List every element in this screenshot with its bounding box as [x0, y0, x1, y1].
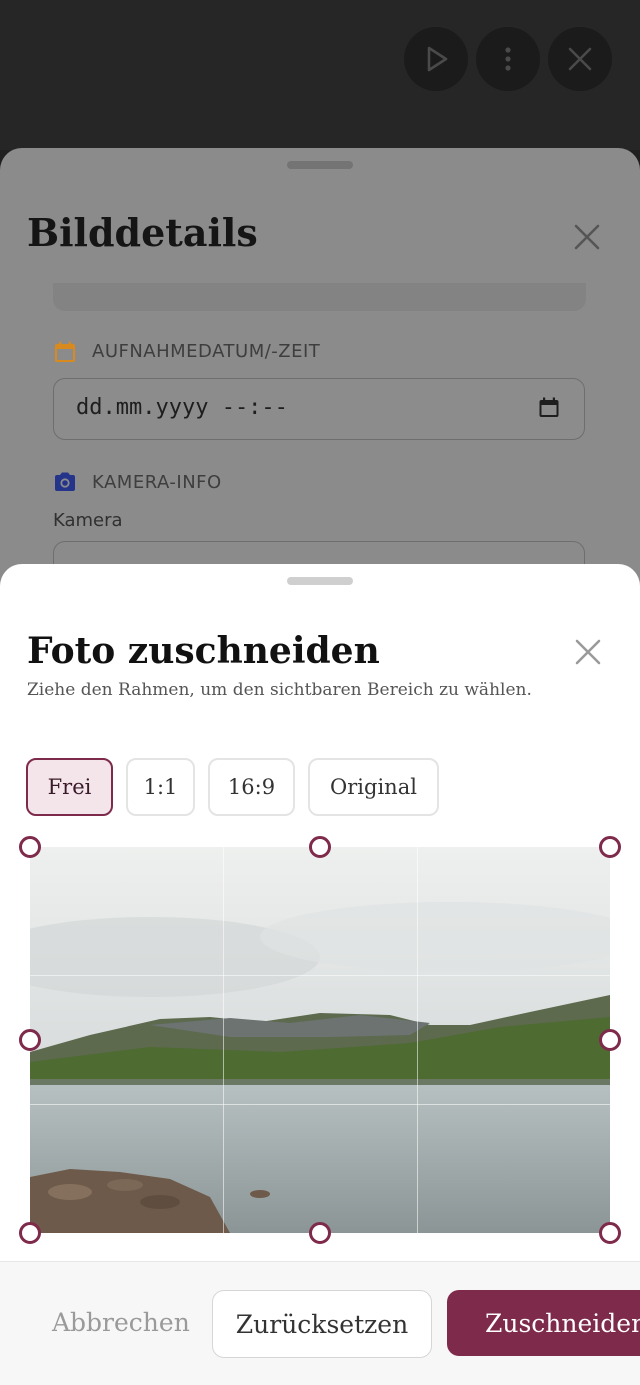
details-title: Bilddetails — [27, 210, 258, 255]
ratio-1-1-button[interactable]: 1:1 — [126, 758, 195, 816]
crop-handle-top-right[interactable] — [599, 836, 621, 858]
play-icon — [427, 46, 448, 72]
more-vertical-icon — [505, 47, 511, 71]
crop-footer: Abbrechen Zurücksetzen Zuschneiden — [0, 1261, 640, 1385]
crop-area[interactable] — [19, 836, 621, 1244]
close-viewer-button[interactable] — [548, 27, 612, 91]
calendar-icon — [55, 341, 75, 362]
date-placeholder: dd.mm.yyyy --:-- — [76, 395, 288, 420]
crop-handle-top-left[interactable] — [19, 836, 41, 858]
date-section-label: AUFNAHMEDATUM/-ZEIT — [92, 341, 321, 362]
close-icon — [568, 47, 592, 71]
ratio-free-button[interactable]: Frei — [26, 758, 113, 816]
close-icon[interactable] — [570, 220, 604, 254]
crop-handle-bottom[interactable] — [309, 1222, 331, 1244]
cancel-button[interactable]: Abbrechen — [52, 1308, 190, 1337]
camera-field-label: Kamera — [53, 510, 123, 531]
play-button[interactable] — [404, 27, 468, 91]
crop-photo-sheet: Foto zuschneiden Ziehe den Rahmen, um de… — [0, 564, 640, 1385]
crop-instructions: Ziehe den Rahmen, um den sichtbaren Bere… — [27, 680, 532, 700]
camera-icon — [55, 472, 75, 491]
crop-handle-bottom-right[interactable] — [599, 1222, 621, 1244]
crop-title: Foto zuschneiden — [27, 630, 380, 672]
calendar-picker-icon[interactable] — [538, 397, 560, 419]
camera-section-label: KAMERA-INFO — [92, 472, 222, 493]
ratio-original-button[interactable]: Original — [308, 758, 439, 816]
reset-button[interactable]: Zurücksetzen — [212, 1290, 432, 1358]
sheet-grabber[interactable] — [287, 577, 353, 585]
sheet-grabber[interactable] — [287, 161, 353, 169]
grid-line-vertical — [417, 847, 418, 1233]
previous-field — [53, 283, 586, 311]
top-bar — [0, 0, 640, 150]
crop-handle-bottom-left[interactable] — [19, 1222, 41, 1244]
crop-handle-left[interactable] — [19, 1029, 41, 1051]
grid-line-horizontal — [30, 1104, 610, 1105]
crop-button[interactable]: Zuschneiden — [447, 1290, 640, 1356]
grid-line-horizontal — [30, 975, 610, 976]
crop-handle-right[interactable] — [599, 1029, 621, 1051]
more-options-button[interactable] — [476, 27, 540, 91]
close-icon[interactable] — [572, 636, 604, 668]
photo-preview — [30, 847, 610, 1233]
crop-handle-top[interactable] — [309, 836, 331, 858]
ratio-16-9-button[interactable]: 16:9 — [208, 758, 295, 816]
date-time-input[interactable]: dd.mm.yyyy --:-- — [53, 378, 585, 440]
grid-line-vertical — [223, 847, 224, 1233]
image-details-sheet: Bilddetails AUFNAHMEDATUM/-ZEIT dd.mm.yy… — [0, 148, 640, 608]
